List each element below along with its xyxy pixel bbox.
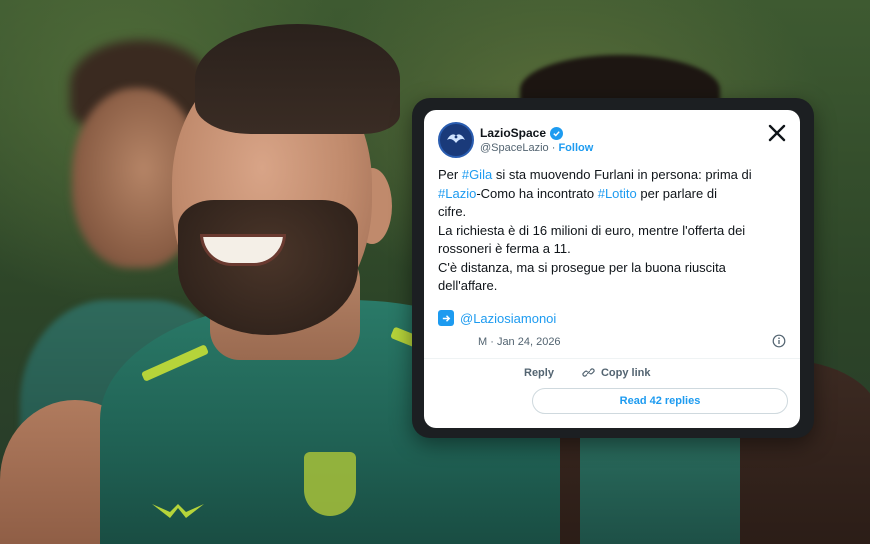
tweet-line: rossoneri è ferma a 11. — [438, 241, 571, 256]
tweet-header: LazioSpace @SpaceLazio · Follow — [438, 122, 786, 162]
link-icon — [582, 368, 595, 377]
tweet-line: C'è distanza, ma si prosegue per la buon… — [438, 259, 726, 275]
author-handle[interactable]: @SpaceLazio — [480, 142, 549, 154]
tweet-handle-row: @SpaceLazio · Follow — [480, 142, 593, 154]
tweet-line: Per #Gila si sta muovendo Furlani in per… — [438, 166, 786, 185]
tweet-text-fragment: si sta muovendo Furlani in persona: prim… — [492, 167, 752, 182]
tweet-line: dell'affare. — [438, 278, 498, 293]
tweet-timestamp[interactable]: M · Jan 24, 2026 — [478, 336, 561, 348]
hashtag-gila[interactable]: #Gila — [462, 167, 492, 182]
tweet-text: Per #Gila si sta muovendo Furlani in per… — [438, 166, 786, 296]
reply-button[interactable]: Reply — [524, 367, 554, 379]
tweet-line: La richiesta è di 16 milioni di euro, me… — [438, 222, 746, 238]
tweet-card: LazioSpace @SpaceLazio · Follow Per #Gil… — [424, 110, 800, 428]
kit-brand-logo — [152, 504, 204, 518]
separator-dot: · — [551, 142, 556, 154]
tweet-text-fragment: -Como ha incontrato — [476, 185, 598, 201]
x-logo-icon[interactable] — [768, 124, 786, 142]
tweet-divider — [424, 358, 800, 359]
follow-button[interactable]: Follow — [558, 142, 593, 154]
read-replies-button[interactable]: Read 42 replies — [532, 388, 788, 414]
eagle-avatar-icon[interactable] — [438, 122, 474, 158]
main-player-beard — [178, 200, 358, 335]
hashtag-lotito[interactable]: #Lotito — [598, 186, 637, 201]
copy-link-label: Copy link — [600, 366, 651, 379]
club-crest — [304, 452, 356, 516]
info-icon[interactable] — [772, 334, 786, 348]
right-player-shirt — [580, 420, 740, 544]
quoted-mention-row[interactable]: @Laziosiamonoi — [438, 310, 556, 326]
quoted-handle-link[interactable]: @Laziosiamonoi — [460, 311, 556, 326]
main-player-hair — [195, 24, 400, 134]
reply-label: Reply — [524, 366, 554, 379]
tweet-author-name[interactable]: LazioSpace — [480, 126, 564, 140]
tweet-actions: Reply Copy link — [524, 366, 650, 379]
hashtag-lazio[interactable]: #Lazio — [438, 186, 476, 201]
arrow-right-icon — [438, 310, 454, 326]
tweet-text-fragment: Per — [438, 167, 462, 182]
author-display-name[interactable]: LazioSpace — [480, 126, 546, 140]
copy-link-button[interactable]: Copy link — [582, 366, 651, 379]
verified-badge-icon — [550, 126, 564, 140]
tweet-line: #Lazio-Como ha incontrato #Lotito per pa… — [438, 185, 786, 204]
tweet-text-fragment: per parlare di — [636, 185, 717, 201]
tweet-line: cifre. — [438, 204, 467, 219]
